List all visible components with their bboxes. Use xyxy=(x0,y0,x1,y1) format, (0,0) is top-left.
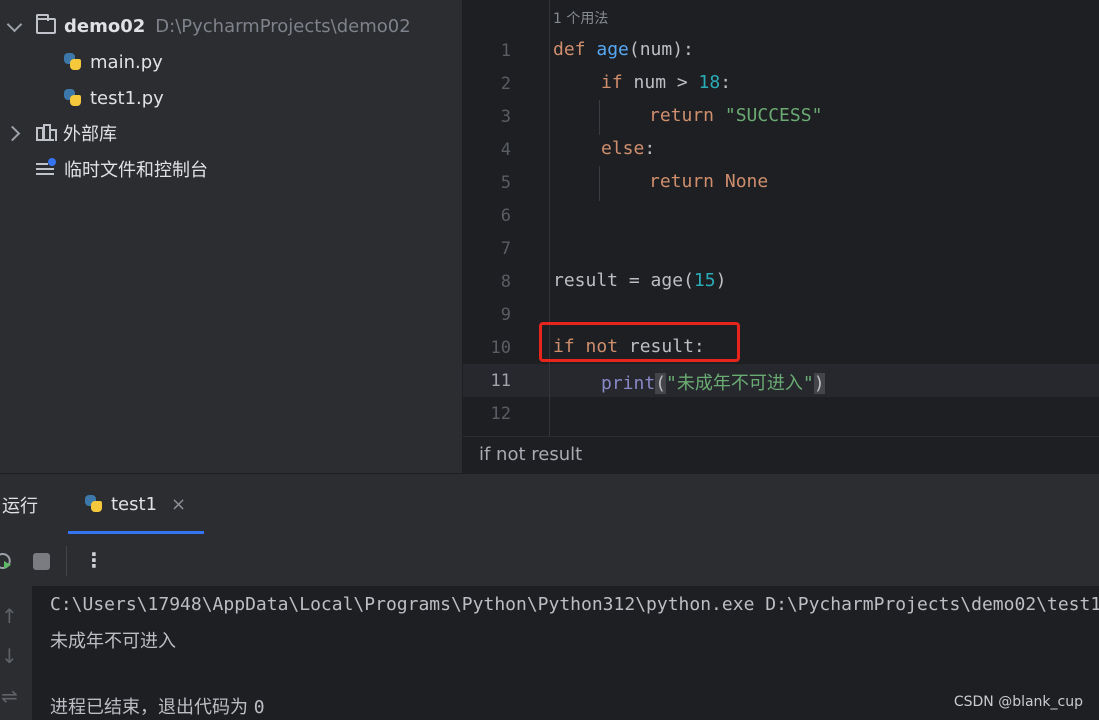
scratches-label: 临时文件和控制台 xyxy=(64,160,208,181)
more-options-icon[interactable]: ⋮ xyxy=(84,548,104,572)
project-root-path: D:\PycharmProjects\demo02 xyxy=(155,15,411,37)
tree-file-main[interactable]: main.py xyxy=(63,45,163,79)
tree-node-demo02[interactable]: demo02 D:\PycharmProjects\demo02 xyxy=(0,9,411,43)
line-number: 5 xyxy=(500,173,511,193)
file-name: test1.py xyxy=(90,87,164,109)
line-number: 4 xyxy=(500,140,511,160)
rerun-icon[interactable] xyxy=(0,550,12,572)
line-number: 10 xyxy=(490,338,511,358)
folder-icon xyxy=(36,14,56,34)
soft-wrap-icon[interactable]: ⇌ xyxy=(1,684,18,708)
line-number: 3 xyxy=(500,107,511,127)
tree-node-external-libs[interactable]: 外部库 xyxy=(0,116,117,150)
indent-guide xyxy=(599,100,600,135)
project-root-name: demo02 xyxy=(64,15,146,37)
line-number: 12 xyxy=(490,404,511,424)
line-number-current: 11 xyxy=(490,371,511,391)
tab-test1[interactable]: test1 × xyxy=(84,484,186,524)
line-number: 9 xyxy=(500,305,511,325)
code-line-2: if num > 18: xyxy=(601,72,732,93)
console-side-toolbar: ↑ ↓ ⇌ xyxy=(0,586,32,720)
run-panel-title: 运行 xyxy=(2,496,38,517)
line-number: 2 xyxy=(500,74,511,94)
line-number: 6 xyxy=(500,206,511,226)
tree-file-test1[interactable]: test1.py xyxy=(63,81,164,115)
tree-node-scratches[interactable]: 临时文件和控制台 xyxy=(36,152,208,186)
code-line-1: def age(num): xyxy=(553,39,694,60)
console-output[interactable]: C:\Users\17948\AppData\Local\Programs\Py… xyxy=(32,586,1099,720)
line-number: 7 xyxy=(500,239,511,259)
python-file-icon xyxy=(63,88,83,108)
usage-hint[interactable]: 1 个用法 xyxy=(553,8,608,28)
console-command-line: C:\Users\17948\AppData\Local\Programs\Py… xyxy=(50,594,1099,615)
python-file-icon xyxy=(63,52,83,72)
close-icon[interactable]: × xyxy=(171,494,186,515)
console-exit-line: 进程已结束，退出代码为 0 xyxy=(50,697,265,718)
chevron-right-icon[interactable] xyxy=(4,125,21,142)
project-tool-window: demo02 D:\PycharmProjects\demo02 main.py… xyxy=(0,0,462,473)
indent-guide xyxy=(599,166,600,201)
annotation-highlight-box xyxy=(539,322,740,362)
library-icon xyxy=(36,124,57,141)
code-line-5: return None xyxy=(649,171,769,192)
breadcrumb[interactable]: if not result xyxy=(463,436,1099,473)
stop-icon[interactable] xyxy=(33,553,50,570)
code-line-3: return "SUCCESS" xyxy=(649,105,823,126)
external-libs-label: 外部库 xyxy=(63,124,117,145)
toolbar-separator xyxy=(66,546,67,576)
scroll-down-icon[interactable]: ↓ xyxy=(1,644,18,668)
tab-label: test1 xyxy=(111,493,158,515)
breadcrumb-item[interactable]: if not result xyxy=(479,444,582,465)
line-number: 8 xyxy=(500,272,511,292)
scratches-icon xyxy=(36,158,56,178)
code-line-8: result = age(15) xyxy=(553,270,727,291)
scroll-up-icon[interactable]: ↑ xyxy=(1,604,18,628)
watermark: CSDN @blank_cup xyxy=(953,694,1083,710)
code-line-4: else: xyxy=(601,138,656,159)
chevron-down-icon[interactable] xyxy=(6,16,23,33)
active-tab-indicator xyxy=(68,531,204,534)
gutter-divider xyxy=(549,0,550,436)
file-name: main.py xyxy=(90,51,163,73)
line-number: 1 xyxy=(500,41,511,61)
code-line-11: print("未成年不可进入") xyxy=(601,373,825,394)
code-editor[interactable]: 1 个用法 1 2 3 4 5 6 7 8 9 10 11 12 def age… xyxy=(463,0,1099,436)
console-output-line: 未成年不可进入 xyxy=(50,631,176,652)
python-file-icon xyxy=(84,494,104,514)
